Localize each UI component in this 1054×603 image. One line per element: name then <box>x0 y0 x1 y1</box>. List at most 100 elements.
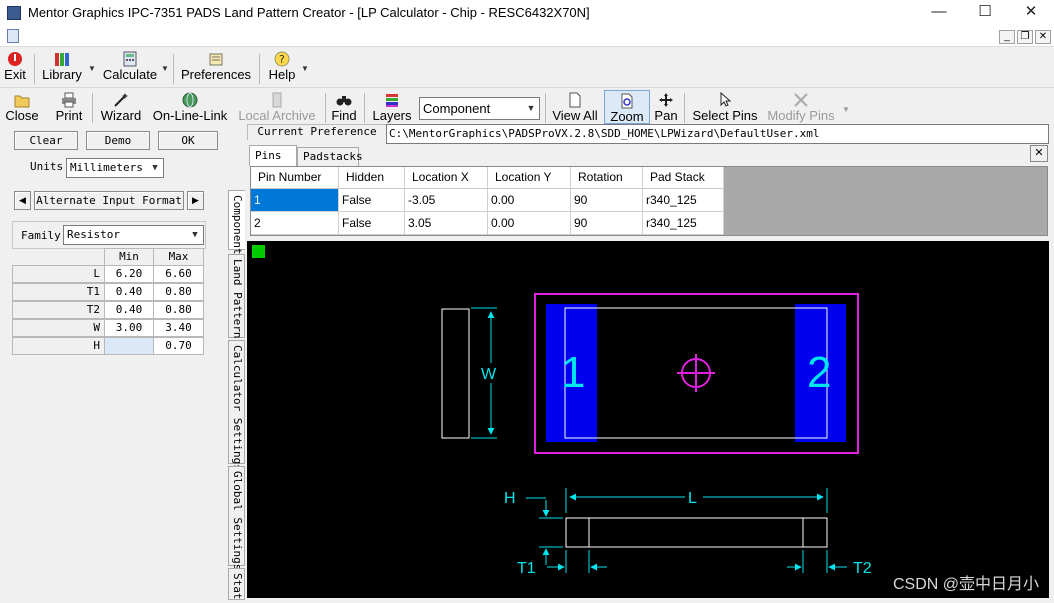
chevron-down-icon: ▼ <box>152 163 158 173</box>
tab-padstacks[interactable]: Padstacks <box>297 147 363 166</box>
next-format-button[interactable]: ▶ <box>187 191 204 210</box>
dim-max-input[interactable]: 0.80 <box>153 283 204 301</box>
calculate-dropdown-icon[interactable]: ▼ <box>161 64 169 73</box>
wizard-button[interactable]: Wizard <box>98 92 144 123</box>
table-cell[interactable]: r340_125 <box>643 189 724 212</box>
tab-calculator-settings[interactable]: Calculator Settings <box>228 340 245 471</box>
title-bar: Mentor Graphics IPC-7351 PADS Land Patte… <box>0 0 1054 26</box>
dim-name: T2 <box>12 301 105 319</box>
dim-max-input[interactable]: 6.60 <box>153 265 204 283</box>
app-icon <box>7 6 21 20</box>
select-pins-button[interactable]: Select Pins <box>692 91 758 123</box>
dim-min-input[interactable]: 0.40 <box>104 301 154 319</box>
table-cell[interactable]: 0.00 <box>488 212 571 235</box>
document-icon <box>7 29 19 43</box>
library-icon <box>54 51 70 67</box>
ok-button[interactable]: OK <box>158 131 218 150</box>
t1-dimension-label: T1 <box>517 560 536 577</box>
globe-link-icon <box>182 92 198 108</box>
dim-min-input[interactable] <box>104 337 154 355</box>
dim-min-input[interactable]: 3.00 <box>104 319 154 337</box>
view-all-button[interactable]: View All <box>550 92 600 123</box>
column-header[interactable]: Hidden <box>339 167 405 189</box>
dim-max-input[interactable]: 3.40 <box>153 319 204 337</box>
zoom-icon <box>619 93 635 109</box>
preferences-menu[interactable]: Preferences <box>180 51 252 82</box>
prev-format-button[interactable]: ◀ <box>14 191 31 210</box>
dim-name: L <box>12 265 105 283</box>
exit-icon <box>7 51 23 67</box>
table-cell[interactable]: 90 <box>571 212 643 235</box>
column-header[interactable]: Location Y <box>488 167 571 189</box>
find-button[interactable]: Find <box>330 92 358 123</box>
land-pattern-canvas[interactable]: W 1 2 L H T1 T2 CSDN @壶中日月小 <box>247 241 1049 598</box>
table-cell[interactable]: -3.05 <box>405 189 488 212</box>
pan-button[interactable]: Pan <box>653 92 679 123</box>
calculator-icon <box>122 51 138 67</box>
tab-global-settings[interactable]: Global Settings <box>228 466 245 570</box>
family-select[interactable]: Resistor ▼ <box>63 225 204 245</box>
units-select[interactable]: Millimeters ▼ <box>66 158 164 178</box>
table-cell[interactable]: False <box>339 212 405 235</box>
table-cell[interactable]: 0.00 <box>488 189 571 212</box>
mdi-minimize-button[interactable]: _ <box>999 30 1015 44</box>
close-window-button[interactable]: ✕ <box>1008 0 1054 26</box>
body-profile-outline <box>565 517 828 548</box>
table-cell[interactable]: 2 <box>251 212 339 235</box>
minimize-button[interactable]: — <box>916 0 962 26</box>
close-button[interactable]: Close <box>4 92 40 123</box>
mdi-close-button[interactable]: ✕ <box>1035 30 1051 44</box>
main-toolbar: Exit Library ▼ Calculate ▼ Preferences ?… <box>0 48 1054 88</box>
tools-icon <box>793 92 809 108</box>
zoom-button[interactable]: Zoom <box>604 90 650 124</box>
library-dropdown-icon[interactable]: ▼ <box>88 64 96 73</box>
tab-land-pattern[interactable]: Land Pattern <box>228 254 245 338</box>
online-link-button[interactable]: On-Line-Link <box>152 92 228 123</box>
calculate-menu[interactable]: Calculate <box>102 51 158 82</box>
dim-name: T1 <box>12 283 105 301</box>
table-cell[interactable]: 3.05 <box>405 212 488 235</box>
modify-pins-dropdown-icon[interactable]: ▼ <box>842 105 850 114</box>
component-select[interactable]: Component ▼ <box>419 97 540 120</box>
help-dropdown-icon[interactable]: ▼ <box>301 64 309 73</box>
chevron-down-icon: ▼ <box>192 230 198 240</box>
cursor-icon <box>717 91 733 108</box>
alternate-input-format-button[interactable]: Alternate Input Format <box>34 191 184 210</box>
preference-label: Current Preference <box>247 124 387 140</box>
watermark: CSDN @壶中日月小 <box>892 576 1039 593</box>
modify-pins-button[interactable]: Modify Pins <box>766 92 836 123</box>
origin-crosshair <box>677 354 715 392</box>
help-menu[interactable]: ? Help <box>266 51 298 82</box>
column-header[interactable]: Pad Stack <box>643 167 724 189</box>
clear-button[interactable]: Clear <box>14 131 78 150</box>
dim-min-input[interactable]: 0.40 <box>104 283 154 301</box>
table-cell[interactable]: 90 <box>571 189 643 212</box>
family-group: Family Resistor ▼ <box>12 221 206 249</box>
library-menu[interactable]: Library <box>40 51 84 82</box>
column-header[interactable]: Location X <box>405 167 488 189</box>
preference-path-field[interactable]: C:\MentorGraphics\PADSProVX.2.8\SDD_HOME… <box>386 124 1049 144</box>
tab-component[interactable]: Component <box>228 190 245 255</box>
dim-max-input[interactable]: 0.80 <box>153 301 204 319</box>
window-title: Mentor Graphics IPC-7351 PADS Land Patte… <box>28 5 590 20</box>
dim-min-input[interactable]: 6.20 <box>104 265 154 283</box>
close-panel-button[interactable]: ✕ <box>1030 145 1048 162</box>
binoculars-icon <box>336 92 352 108</box>
table-cell[interactable]: False <box>339 189 405 212</box>
maximize-button[interactable]: ☐ <box>962 0 1008 26</box>
mdi-restore-button[interactable]: ❐ <box>1017 30 1033 44</box>
layers-button[interactable]: Layers <box>371 92 413 123</box>
print-button[interactable]: Print <box>52 92 86 123</box>
demo-button[interactable]: Demo <box>86 131 150 150</box>
tab-stat[interactable]: Stat <box>228 568 245 600</box>
table-cell[interactable]: r340_125 <box>643 212 724 235</box>
exit-button[interactable]: Exit <box>4 51 26 82</box>
dim-max-input[interactable]: 0.70 <box>153 337 204 355</box>
tab-pins[interactable]: Pins <box>249 145 297 166</box>
column-header[interactable]: Pin Number <box>251 167 339 189</box>
column-header[interactable]: Rotation <box>571 167 643 189</box>
table-cell[interactable]: 1 <box>251 189 339 212</box>
local-archive-button[interactable]: Local Archive <box>237 92 317 123</box>
preferences-icon <box>208 51 224 67</box>
help-icon: ? <box>274 51 290 67</box>
